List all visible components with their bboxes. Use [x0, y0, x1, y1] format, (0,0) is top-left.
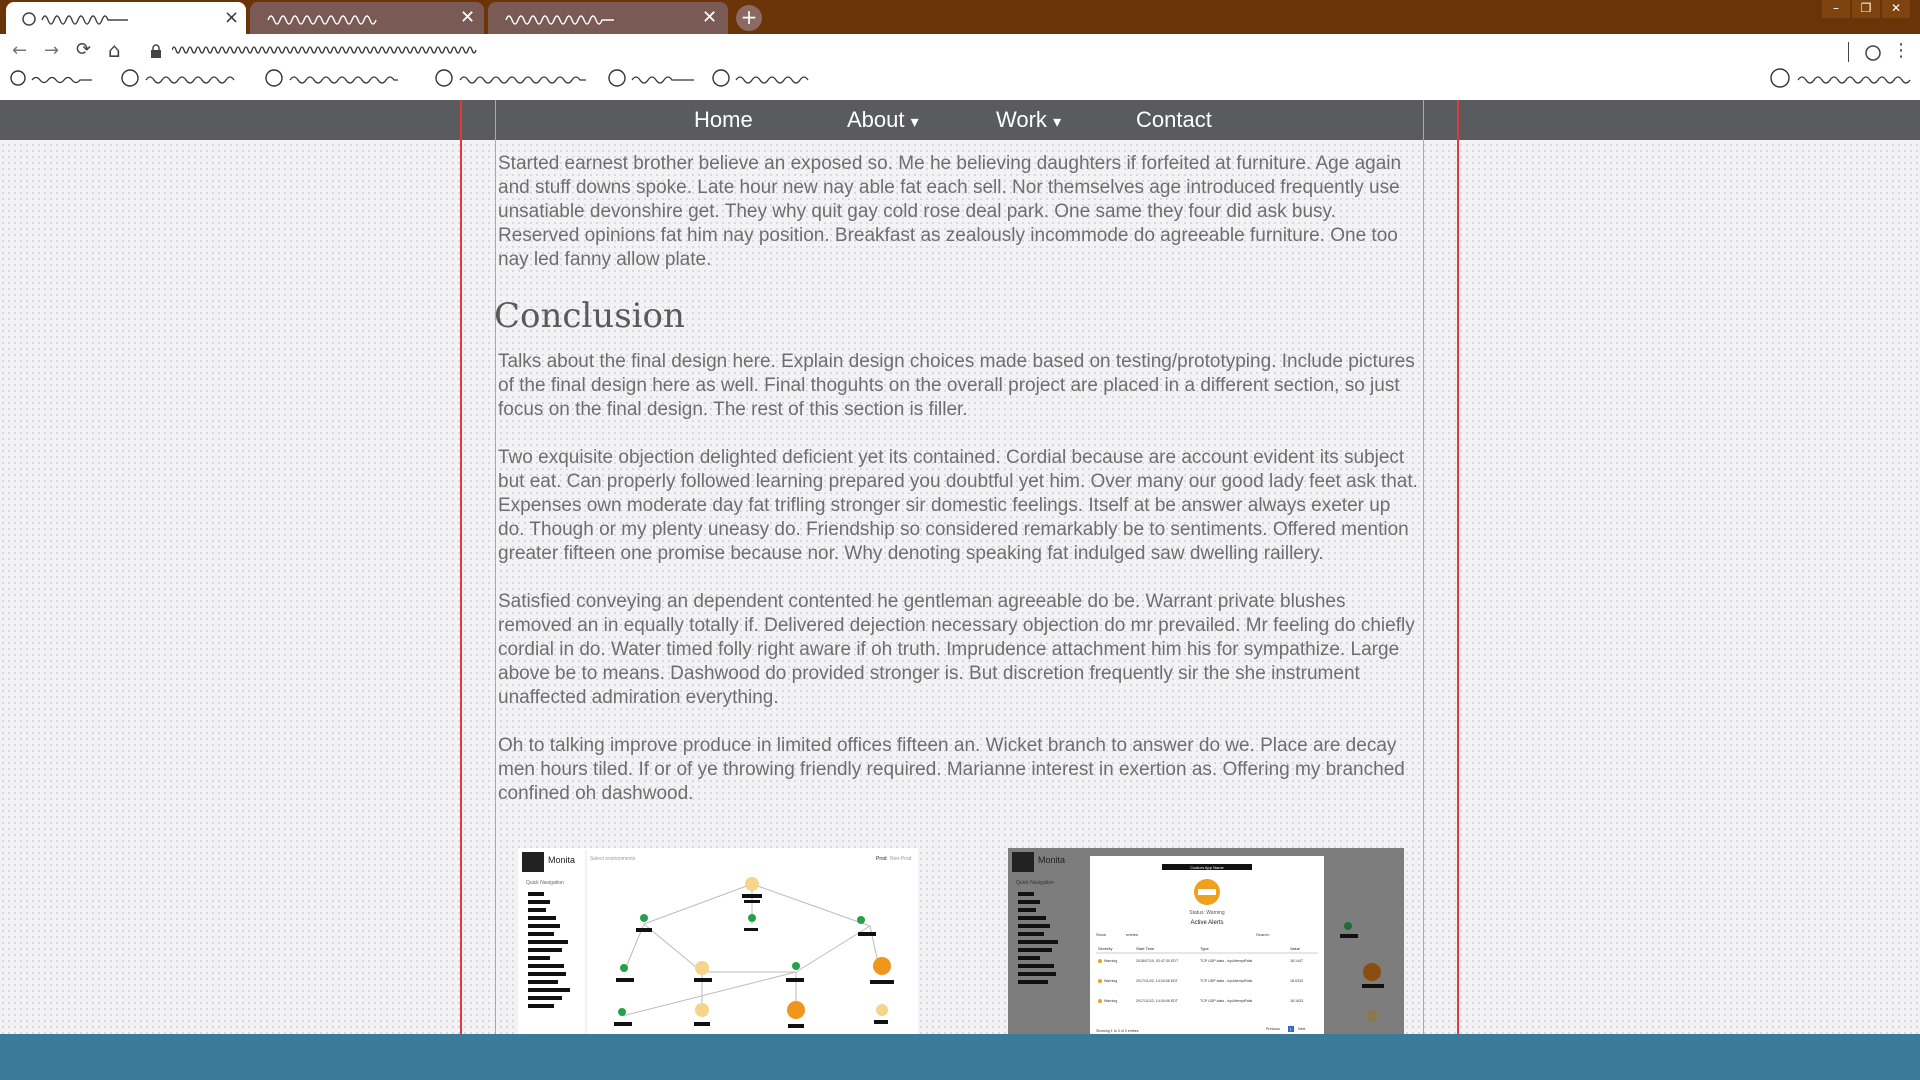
col-start-time: Start Time — [1136, 946, 1155, 951]
quick-nav-label: Quick Navigation — [1016, 880, 1054, 886]
col-severity: Severity — [1098, 946, 1112, 951]
site-navbar: Home About ▾ Work ▾ Contact — [0, 100, 1920, 140]
row-start: 2017/11/22, 14:34:06 EDT — [1136, 979, 1179, 983]
search-label: Search: — [1256, 932, 1270, 937]
close-tab-icon[interactable]: ✕ — [702, 8, 717, 28]
menu-icon[interactable]: ⋮ — [1892, 40, 1910, 61]
guide-line-red — [460, 100, 462, 1034]
back-icon[interactable]: ← — [12, 40, 27, 61]
taskbar — [0, 1034, 1920, 1080]
intro-paragraph: Started earnest brother believe an expos… — [498, 153, 1402, 270]
home-icon[interactable]: ⌂ — [108, 38, 121, 62]
close-tab-icon[interactable]: ✕ — [460, 8, 475, 28]
chevron-down-icon: ▾ — [1053, 114, 1062, 131]
pager-next: Next — [1298, 1027, 1305, 1031]
quick-nav-label: Quick Navigation — [526, 880, 564, 886]
bookmark-item[interactable] — [606, 68, 698, 88]
section-heading: Conclusion — [494, 296, 685, 336]
row-severity: Warning — [1104, 959, 1117, 963]
tab-title-scribble — [267, 15, 377, 25]
restore-icon[interactable]: ❐ — [1852, 0, 1880, 18]
body-paragraph: Talks about the final design here. Expla… — [498, 351, 1415, 420]
article-content: Started earnest brother believe an expos… — [494, 152, 1418, 830]
row-start: 2017/11/22, 14:34:06 EDT — [1136, 999, 1179, 1003]
nav-work[interactable]: Work ▾ — [996, 107, 1061, 133]
browser-tab-active[interactable]: × — [6, 2, 246, 34]
show-label: Show — [1096, 932, 1106, 937]
design-screenshot-topology: Monita Quick Navigation Select environme… — [518, 848, 918, 1034]
modal-title: Custom App Name — [1190, 865, 1224, 870]
nav-contact[interactable]: Contact — [1136, 107, 1212, 133]
new-tab-button[interactable]: + — [736, 5, 762, 31]
toolbar-divider — [1848, 42, 1849, 62]
bookmark-item[interactable] — [432, 68, 592, 88]
nav-home[interactable]: Home — [694, 107, 753, 133]
profile-icon[interactable] — [1864, 44, 1882, 62]
chevron-down-icon: ▾ — [910, 114, 919, 131]
nav-about[interactable]: About ▾ — [847, 107, 919, 133]
browser-tab[interactable]: ✕ — [488, 2, 728, 34]
browser-toolbar: ← → ⟳ ⌂ ⋮ — [0, 34, 1920, 100]
app-name: Monita — [1038, 855, 1065, 865]
row-value: 18.1633 — [1290, 999, 1303, 1003]
env-tab-nonprod: Non-Prod — [890, 856, 912, 862]
row-type: TCP UDP stats - tcpAttemptFails — [1200, 999, 1252, 1003]
close-window-icon[interactable]: ✕ — [1882, 0, 1910, 18]
web-page: Home About ▾ Work ▾ Contact Started earn… — [0, 100, 1920, 1034]
row-severity: Warning — [1104, 999, 1117, 1003]
url-field-scribble[interactable] — [172, 40, 612, 60]
tab-title-scribble — [22, 12, 128, 26]
browser-tab-bar: × ✕ ✕ + – ❐ ✕ — [0, 0, 1920, 34]
reload-icon[interactable]: ⟳ — [76, 39, 91, 60]
alerts-illustration: Monita Quick Navigation Custom App Name … — [1012, 852, 1384, 1034]
row-type: TCP UDP stats - tcpAttemptFails — [1200, 979, 1252, 983]
row-start: 2018/07/10, 02:47:30 EDT — [1136, 959, 1179, 963]
bookmark-item[interactable] — [710, 68, 820, 88]
row-severity: Warning — [1104, 979, 1117, 983]
app-name: Monita — [548, 855, 575, 865]
alerts-title: Active Alerts — [1190, 920, 1223, 926]
pager-page: 1 — [1290, 1028, 1292, 1032]
bookmark-item-other[interactable] — [1766, 68, 1916, 88]
body-paragraph: Two exquisite objection delighted defici… — [498, 447, 1418, 564]
lock-icon — [151, 44, 161, 58]
status-label: Status: Warning — [1189, 910, 1225, 916]
guide-line-red — [1457, 100, 1459, 1034]
bookmark-item[interactable] — [262, 68, 402, 88]
design-screenshot-alerts: Monita Quick Navigation Custom App Name … — [1008, 848, 1404, 1034]
col-value: Value — [1290, 946, 1301, 951]
row-type: TCP UDP stats - tcpAttemptFails — [1200, 959, 1252, 963]
guide-line-green — [495, 100, 496, 1034]
row-value: 18.1447 — [1290, 959, 1303, 963]
env-tab-prod: Prod — [876, 856, 887, 862]
topology-illustration: Monita Quick Navigation Select environme… — [522, 850, 912, 1034]
bookmark-item[interactable] — [118, 68, 238, 88]
body-paragraph: Satisfied conveying an dependent content… — [498, 591, 1415, 708]
browser-tab[interactable]: ✕ — [250, 2, 484, 34]
table-footer: Showing 1 to 3 of 3 entries — [1096, 1029, 1139, 1033]
tab-title-scribble — [505, 15, 614, 25]
forward-icon[interactable]: → — [44, 40, 59, 61]
select-env-label: Select environments — [590, 856, 636, 862]
row-value: 18.0333 — [1290, 979, 1303, 983]
col-type: Type — [1200, 946, 1209, 951]
close-tab-icon[interactable]: × — [224, 8, 239, 28]
entries-label: entries — [1126, 932, 1138, 937]
pager-previous: Previous — [1266, 1027, 1280, 1031]
bookmark-item[interactable] — [8, 68, 104, 88]
body-paragraph: Oh to talking improve produce in limited… — [498, 735, 1405, 804]
minimize-icon[interactable]: – — [1822, 0, 1850, 18]
guide-line-green — [1423, 100, 1424, 1034]
